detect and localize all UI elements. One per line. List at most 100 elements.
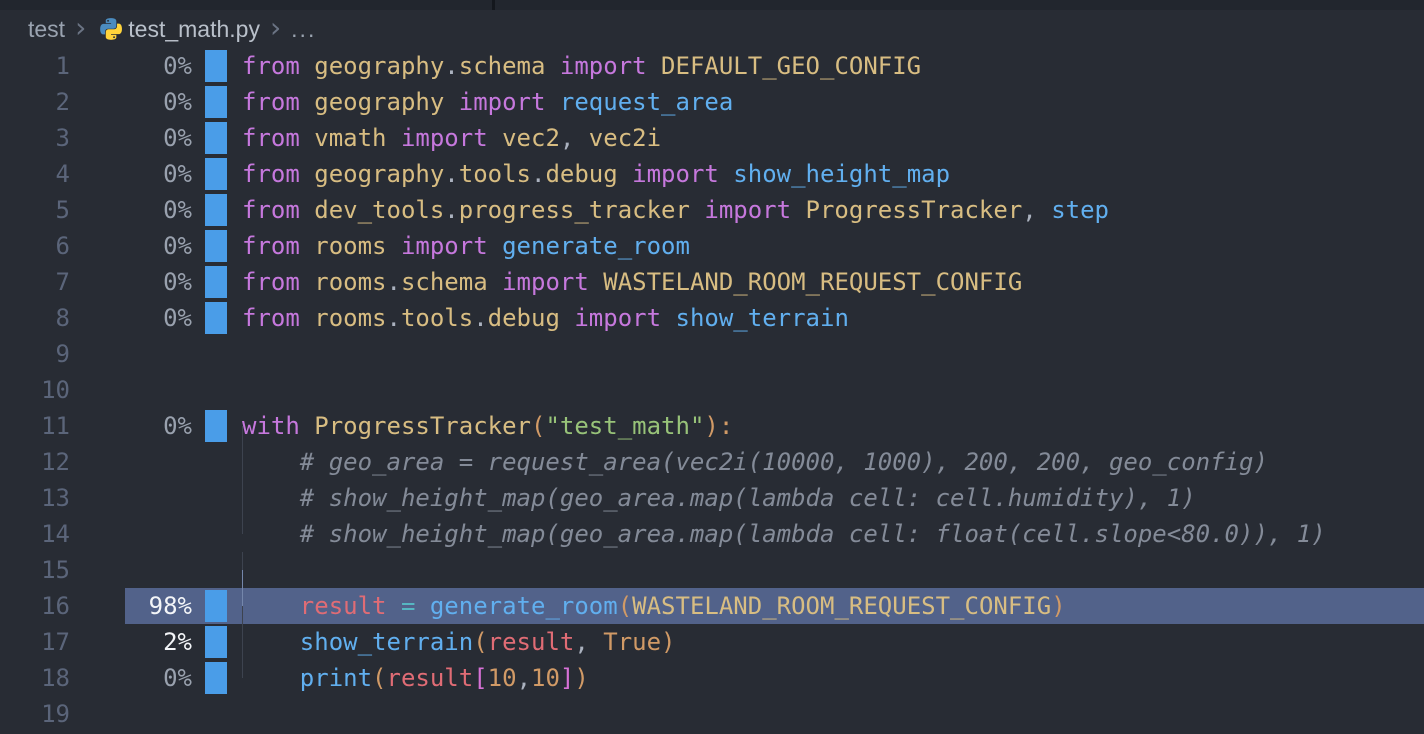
- code-line[interactable]: 20%from geography import request_area: [0, 84, 1424, 120]
- gutter-slot: [205, 192, 227, 228]
- code-line[interactable]: 30% from vmath import vec2, vec2i: [0, 120, 1424, 156]
- gutter-slot: [205, 516, 227, 552]
- breadcrumb-folder[interactable]: test: [28, 16, 65, 43]
- token-key: from: [242, 232, 314, 260]
- code-line[interactable]: 50%from dev_tools.progress_tracker impor…: [0, 192, 1424, 228]
- code-line[interactable]: 172% show_terrain(result, True): [0, 624, 1424, 660]
- token-fn: print: [300, 664, 372, 692]
- code-line[interactable]: 60% from rooms import generate_room: [0, 228, 1424, 264]
- code-line[interactable]: 80%from rooms.tools.debug import show_te…: [0, 300, 1424, 336]
- line-number[interactable]: 14: [0, 516, 70, 552]
- code-line[interactable]: 13 # show_height_map(geo_area.map(lambda…: [0, 480, 1424, 516]
- gutter-slot: [205, 444, 227, 480]
- code-text[interactable]: from vmath import vec2, vec2i: [242, 120, 1424, 156]
- code-line[interactable]: 19: [0, 696, 1424, 732]
- code-line[interactable]: 180% print(result[10,10]): [0, 660, 1424, 696]
- code-text[interactable]: # show_height_map(geo_area.map(lambda ce…: [242, 480, 1424, 516]
- token-key: from: [242, 304, 314, 332]
- profile-percent: 0%: [70, 228, 192, 264]
- token-num: 10: [531, 664, 560, 692]
- token-mod: tools: [401, 304, 473, 332]
- code-line[interactable]: 14 # show_height_map(geo_area.map(lambda…: [0, 516, 1424, 552]
- line-number[interactable]: 6: [0, 228, 70, 264]
- coverage-block: [205, 590, 227, 622]
- line-number[interactable]: 2: [0, 84, 70, 120]
- token-key: import: [560, 304, 676, 332]
- code-text[interactable]: from dev_tools.progress_tracker import P…: [242, 192, 1424, 228]
- breadcrumb-file[interactable]: test_math.py: [128, 16, 260, 43]
- code-line[interactable]: 70%from rooms.schema import WASTELAND_RO…: [0, 264, 1424, 300]
- code-text[interactable]: print(result[10,10]): [242, 660, 1424, 696]
- code-text[interactable]: from geography.schema import DEFAULT_GEO…: [242, 48, 1424, 84]
- code-line[interactable]: 15: [0, 552, 1424, 588]
- breadcrumb: test › test_math.py › ...: [0, 10, 1424, 48]
- token-pun: .: [444, 160, 458, 188]
- line-number[interactable]: 8: [0, 300, 70, 336]
- line-number[interactable]: 16: [0, 588, 70, 624]
- breadcrumb-symbol-more[interactable]: ...: [291, 16, 316, 43]
- indent-guide: [242, 606, 243, 642]
- line-number[interactable]: 19: [0, 696, 70, 732]
- token-var: result: [387, 664, 474, 692]
- profile-percent: 0%: [70, 660, 192, 696]
- line-number[interactable]: 9: [0, 336, 70, 372]
- gutter-slot: [205, 660, 227, 696]
- token-mod: vmath: [314, 124, 386, 152]
- tab-divider: [492, 0, 495, 10]
- line-number[interactable]: 4: [0, 156, 70, 192]
- code-line[interactable]: 40%from geography.tools.debug import sho…: [0, 156, 1424, 192]
- token-mod: ProgressTracker: [806, 196, 1023, 224]
- token-key: import: [618, 160, 734, 188]
- code-line[interactable]: 110%with ProgressTracker("test_math"):: [0, 408, 1424, 444]
- code-line[interactable]: 1698% result = generate_room(WASTELAND_R…: [0, 588, 1424, 624]
- line-number[interactable]: 5: [0, 192, 70, 228]
- token-key: import: [387, 232, 503, 260]
- line-number[interactable]: 12: [0, 444, 70, 480]
- code-text[interactable]: with ProgressTracker("test_math"):: [242, 408, 1424, 444]
- token-pun: .: [444, 52, 458, 80]
- indent-guide: [242, 426, 243, 462]
- code-text[interactable]: from rooms import generate_room: [242, 228, 1424, 264]
- token-var: result: [300, 592, 387, 620]
- line-number[interactable]: 18: [0, 660, 70, 696]
- code-text[interactable]: from geography.tools.debug import show_h…: [242, 156, 1424, 192]
- coverage-block: [205, 266, 227, 298]
- coverage-block: [205, 230, 227, 262]
- token-gold: ): [574, 664, 588, 692]
- gutter-slot: [205, 480, 227, 516]
- line-number[interactable]: 7: [0, 264, 70, 300]
- line-number[interactable]: 13: [0, 480, 70, 516]
- code-text[interactable]: show_terrain(result, True): [242, 624, 1424, 660]
- code-text[interactable]: # show_height_map(geo_area.map(lambda ce…: [242, 516, 1424, 552]
- token-gold: (: [372, 664, 386, 692]
- code-line[interactable]: 9: [0, 336, 1424, 372]
- profile-percent: 0%: [70, 120, 192, 156]
- indent-guide: [242, 570, 243, 606]
- code-text[interactable]: from rooms.schema import WASTELAND_ROOM_…: [242, 264, 1424, 300]
- line-number[interactable]: 11: [0, 408, 70, 444]
- token-str: "test_math": [545, 412, 704, 440]
- code-line[interactable]: 12 # geo_area = request_area(vec2i(10000…: [0, 444, 1424, 480]
- code-text[interactable]: # geo_area = request_area(vec2i(10000, 1…: [242, 444, 1424, 480]
- token-var: result: [488, 628, 575, 656]
- line-number[interactable]: 17: [0, 624, 70, 660]
- code-line[interactable]: 10: [0, 372, 1424, 408]
- token-fn: generate_room: [430, 592, 618, 620]
- line-number[interactable]: 3: [0, 120, 70, 156]
- token-mod: ProgressTracker: [314, 412, 531, 440]
- line-number[interactable]: 1: [0, 48, 70, 84]
- code-area[interactable]: 10%from geography.schema import DEFAULT_…: [0, 48, 1424, 732]
- line-number[interactable]: 10: [0, 372, 70, 408]
- code-text[interactable]: from rooms.tools.debug import show_terra…: [242, 300, 1424, 336]
- token-pun: .: [387, 304, 401, 332]
- token-txt: [242, 592, 300, 620]
- code-text[interactable]: result = generate_room(WASTELAND_ROOM_RE…: [242, 588, 1424, 624]
- chevron-right-icon: ›: [270, 11, 281, 44]
- code-text[interactable]: from geography import request_area: [242, 84, 1424, 120]
- code-line[interactable]: 10%from geography.schema import DEFAULT_…: [0, 48, 1424, 84]
- tab-bar-edge: [0, 0, 1424, 10]
- token-fn: show_terrain: [300, 628, 473, 656]
- token-gold: (: [618, 592, 632, 620]
- line-number[interactable]: 15: [0, 552, 70, 588]
- token-txt: [1037, 196, 1051, 224]
